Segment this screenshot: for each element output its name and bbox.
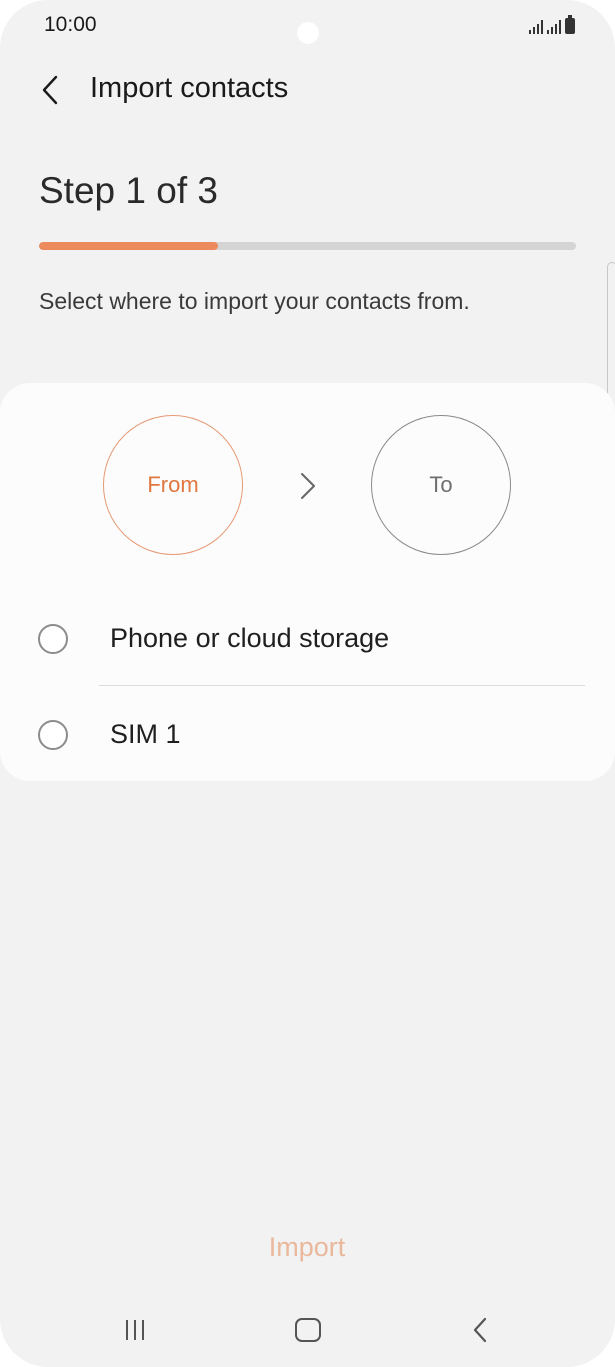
source-card: From To Phone or cloud storage SIM 1 — [0, 383, 615, 781]
radio-sim-1[interactable] — [38, 720, 68, 750]
chevron-right-icon — [301, 473, 315, 499]
progress-bar — [39, 242, 576, 250]
radio-phone-or-cloud[interactable] — [38, 624, 68, 654]
import-button[interactable]: Import — [207, 1220, 407, 1274]
from-label: From — [147, 472, 199, 497]
option-sim-1[interactable]: SIM 1 — [0, 691, 615, 781]
progress-fill — [39, 242, 218, 250]
page-title: Import contacts — [90, 72, 289, 104]
to-circle: To — [371, 415, 511, 555]
signal-icon — [529, 18, 543, 34]
option-label: SIM 1 — [110, 719, 181, 749]
step-indicator: Step 1 of 3 — [39, 170, 218, 211]
to-label: To — [429, 472, 453, 497]
option-label: Phone or cloud storage — [110, 623, 390, 653]
recents-icon — [126, 1320, 144, 1340]
instructions-text: Select where to import your contacts fro… — [39, 288, 470, 314]
battery-icon — [565, 15, 575, 34]
nav-back-button[interactable] — [455, 1310, 505, 1350]
status-icons — [529, 14, 575, 34]
nav-recents-button[interactable] — [110, 1310, 160, 1350]
chevron-left-icon — [42, 75, 58, 105]
front-camera — [297, 22, 319, 44]
phone-screen: 10:00 Import contacts Step 1 of 3 Select… — [0, 0, 615, 1367]
from-circle: From — [103, 415, 243, 555]
option-phone-or-cloud[interactable]: Phone or cloud storage — [0, 594, 615, 684]
back-icon — [473, 1317, 487, 1343]
nav-home-button[interactable] — [283, 1310, 333, 1350]
back-button[interactable] — [30, 68, 70, 112]
home-icon — [295, 1318, 321, 1342]
status-time: 10:00 — [44, 13, 97, 36]
signal-icon-2 — [547, 18, 561, 34]
divider — [99, 685, 585, 686]
